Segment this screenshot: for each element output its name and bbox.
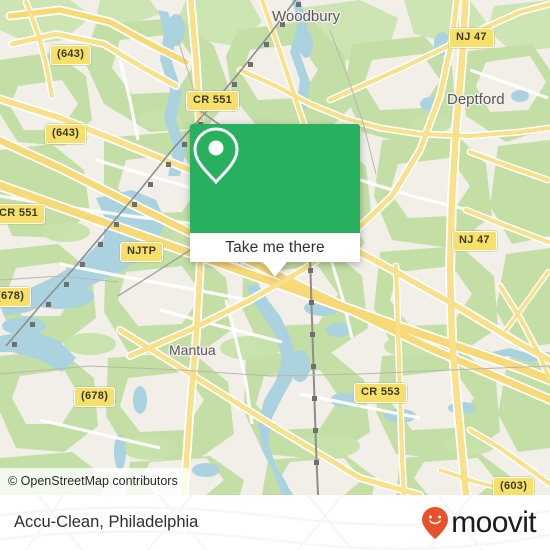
map-place-label: Mantua (169, 342, 216, 358)
moovit-pin-smiley-icon (422, 506, 449, 539)
location-title: Accu-Clean, Philadelphia (14, 513, 199, 531)
osm-attribution[interactable]: © OpenStreetMap contributors (0, 468, 188, 495)
moovit-map-screenshot: Woodbury Deptford Mantua (643) CR 551 NJ… (0, 0, 550, 550)
road-shield: (678) (0, 287, 32, 307)
moovit-brand[interactable]: moovit (420, 495, 537, 550)
road-shield: NJ 47 (452, 231, 497, 251)
callout-tail (263, 262, 287, 277)
road-shield: CR 551 (0, 204, 46, 224)
callout-action-bar[interactable]: Take me there (190, 233, 360, 262)
callout-icon-panel (190, 124, 360, 233)
road-shield: NJTP (120, 242, 164, 262)
map-place-label: Deptford (447, 91, 505, 108)
footer-bar: Accu-Clean, Philadelphia moovit (0, 495, 550, 550)
moovit-wordmark: moovit (451, 505, 536, 539)
road-shield: (643) (50, 45, 92, 65)
road-shield: NJ 47 (449, 28, 494, 48)
road-shield: (678) (74, 387, 116, 407)
take-me-there-callout[interactable]: Take me there (190, 124, 360, 277)
map-pin-icon (193, 127, 239, 185)
road-shield: CR 551 (186, 91, 240, 111)
road-shield: (603) (493, 477, 535, 495)
map-place-label: Woodbury (272, 8, 341, 25)
map-canvas[interactable]: Woodbury Deptford Mantua (643) CR 551 NJ… (0, 0, 550, 495)
take-me-there-label: Take me there (225, 238, 325, 256)
road-shield: (643) (45, 124, 87, 144)
road-shield: CR 553 (354, 383, 408, 403)
